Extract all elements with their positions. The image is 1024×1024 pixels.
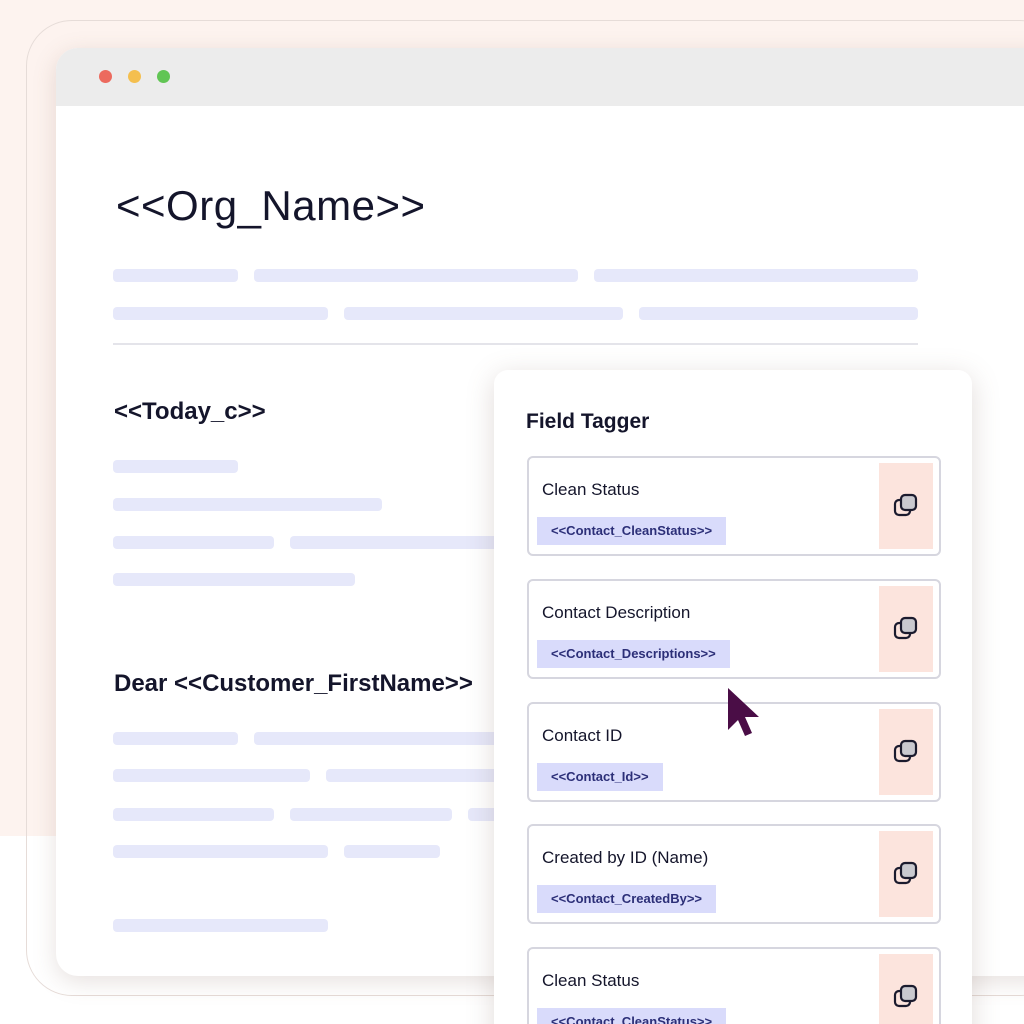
copy-icon xyxy=(893,739,918,763)
placeholder-line xyxy=(254,269,578,282)
field-tag[interactable]: <<Contact_Descriptions>> xyxy=(537,640,730,668)
placeholder-line xyxy=(113,269,238,282)
placeholder-line xyxy=(113,498,382,511)
placeholder-line xyxy=(113,732,238,745)
field-card-clean-status-2[interactable]: Clean Status <<Contact_CleanStatus>> xyxy=(527,947,941,1024)
field-label: Contact ID xyxy=(542,726,623,745)
placeholder-line xyxy=(113,919,328,932)
copy-icon xyxy=(893,493,918,517)
copy-icon xyxy=(893,616,918,640)
mouse-cursor-icon xyxy=(728,688,759,736)
document-title: <<Org_Name>> xyxy=(116,182,426,229)
placeholder-line xyxy=(594,269,918,282)
close-window-dot[interactable] xyxy=(99,70,112,83)
placeholder-line xyxy=(113,307,328,320)
placeholder-line xyxy=(344,845,440,858)
copy-icon xyxy=(893,861,918,885)
placeholder-line xyxy=(639,307,918,320)
field-label: Clean Status xyxy=(542,480,640,499)
maximize-window-dot[interactable] xyxy=(157,70,170,83)
copy-tag-button[interactable] xyxy=(879,831,933,917)
window-titlebar xyxy=(56,48,1024,106)
field-label: Clean Status xyxy=(542,971,640,990)
field-card-created-by[interactable]: Created by ID (Name) <<Contact_CreatedBy… xyxy=(527,824,941,924)
field-label: Contact Description xyxy=(542,603,691,622)
copy-tag-button[interactable] xyxy=(879,586,933,672)
placeholder-line xyxy=(113,808,274,821)
field-tag[interactable]: <<Contact_CleanStatus>> xyxy=(537,1008,727,1024)
date-field-heading: <<Today_c>> xyxy=(114,398,266,425)
greeting-heading: Dear <<Customer_FirstName>> xyxy=(114,670,473,697)
field-card-clean-status[interactable]: Clean Status <<Contact_CleanStatus>> xyxy=(527,456,941,556)
copy-tag-button[interactable] xyxy=(879,709,933,795)
field-label: Created by ID (Name) xyxy=(542,848,709,867)
copy-tag-button[interactable] xyxy=(879,954,933,1024)
document-divider xyxy=(113,343,918,345)
field-tag[interactable]: <<Contact_CreatedBy>> xyxy=(537,885,717,913)
placeholder-line xyxy=(113,573,355,586)
field-card-contact-description[interactable]: Contact Description <<Contact_Descriptio… xyxy=(527,579,941,679)
field-tagger-title: Field Tagger xyxy=(526,410,650,433)
placeholder-line xyxy=(113,536,274,549)
placeholder-line xyxy=(113,845,328,858)
placeholder-line xyxy=(113,460,238,473)
placeholder-line xyxy=(113,769,310,782)
placeholder-line xyxy=(254,732,514,745)
field-tag[interactable]: <<Contact_CleanStatus>> xyxy=(537,517,727,545)
copy-icon xyxy=(893,984,918,1008)
copy-tag-button[interactable] xyxy=(879,463,933,549)
minimize-window-dot[interactable] xyxy=(128,70,141,83)
placeholder-line xyxy=(344,307,623,320)
field-tag[interactable]: <<Contact_Id>> xyxy=(537,763,663,791)
placeholder-line xyxy=(290,808,452,821)
